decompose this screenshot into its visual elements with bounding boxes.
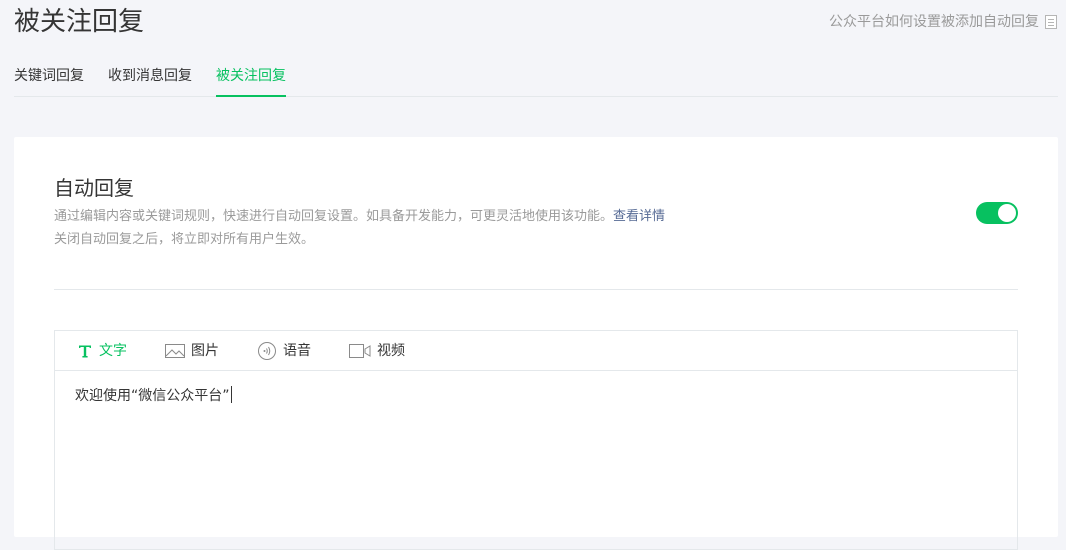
tool-voice-label: 语音 — [283, 342, 311, 359]
auto-reply-card: 自动回复 通过编辑内容或关键词规则，快速进行自动回复设置。如具备开发能力，可更灵… — [14, 137, 1058, 550]
help-link-label: 公众平台如何设置被添加自动回复 — [829, 14, 1039, 30]
voice-icon — [258, 341, 276, 360]
help-link[interactable]: 公众平台如何设置被添加自动回复 — [829, 12, 1057, 32]
description-text: 通过编辑内容或关键词规则，快速进行自动回复设置。如具备开发能力，可更灵活地使用该… — [54, 209, 614, 224]
tool-video-label: 视频 — [377, 342, 405, 359]
document-icon — [1045, 15, 1057, 29]
auto-reply-toggle[interactable] — [976, 202, 1018, 224]
divider — [54, 289, 1018, 290]
tab-message-reply[interactable]: 收到消息回复 — [108, 58, 192, 97]
text-icon — [79, 345, 91, 357]
toggle-knob — [998, 204, 1016, 222]
reply-content-text: 欢迎使用“微信公众平台” — [75, 388, 230, 404]
tool-text[interactable]: 文字 — [77, 341, 127, 361]
view-details-link[interactable]: 查看详情 — [613, 209, 665, 224]
tab-keyword-reply[interactable]: 关键词回复 — [14, 58, 84, 97]
tab-follow-reply[interactable]: 被关注回复 — [216, 58, 286, 97]
editor-toolbar: 文字 图片 语音 视频 — [55, 331, 1017, 371]
tool-text-label: 文字 — [99, 342, 127, 359]
text-caret — [230, 386, 232, 403]
description-line-1: 通过编辑内容或关键词规则，快速进行自动回复设置。如具备开发能力，可更灵活地使用该… — [54, 205, 754, 228]
reply-content-input[interactable]: 欢迎使用“微信公众平台” — [55, 371, 1017, 421]
reply-editor: 文字 图片 语音 视频 欢迎使用“微信公众平台” — [54, 330, 1018, 550]
tool-image[interactable]: 图片 — [165, 341, 219, 361]
image-icon — [165, 343, 185, 358]
reply-tabs: 关键词回复 收到消息回复 被关注回复 — [14, 58, 1058, 97]
tool-image-label: 图片 — [191, 342, 219, 359]
auto-reply-description: 通过编辑内容或关键词规则，快速进行自动回复设置。如具备开发能力，可更灵活地使用该… — [54, 205, 754, 251]
section-title: 自动回复 — [54, 176, 134, 200]
tool-voice[interactable]: 语音 — [257, 341, 311, 361]
tool-video[interactable]: 视频 — [349, 341, 405, 361]
description-line-2: 关闭自动回复之后，将立即对所有用户生效。 — [54, 232, 315, 247]
page-title: 被关注回复 — [14, 7, 145, 37]
video-icon — [349, 343, 371, 358]
